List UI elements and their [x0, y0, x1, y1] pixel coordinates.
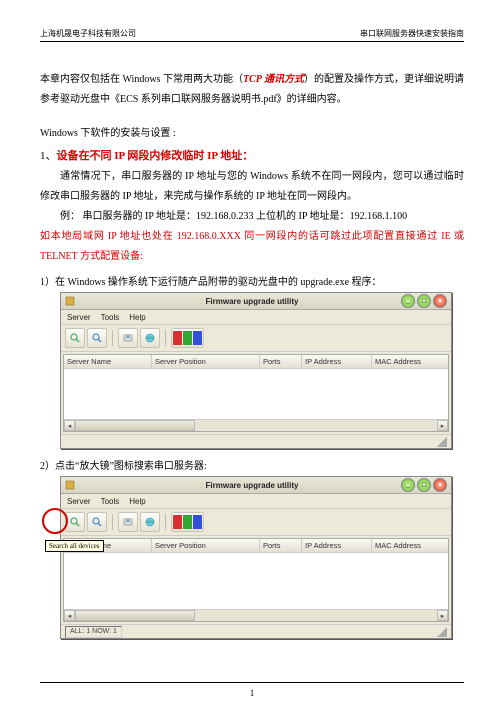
menubar: Server Tools Help: [61, 310, 451, 325]
col-mac-2[interactable]: MAC Address: [372, 539, 448, 552]
titlebar: Firmware upgrade utility _ □ ×: [61, 293, 451, 310]
palette-button[interactable]: [171, 328, 204, 348]
h-scrollbar[interactable]: ◂ ▸: [64, 419, 448, 431]
example-ip2: 192.168.1.100: [350, 211, 408, 222]
intro-pre: 本章内容仅包括在 Windows 下常用两大功能（: [40, 74, 243, 85]
status-count: ALL: 1 NOW: 1: [65, 626, 122, 638]
firmware-window-1: Firmware upgrade utility _ □ × Server To…: [60, 292, 452, 449]
section-1-num: 1、: [40, 150, 57, 162]
col-ports[interactable]: Ports: [260, 355, 302, 368]
section-1-example: 例： 串口服务器的 IP 地址是：192.168.0.233 上位机的 IP 地…: [40, 207, 464, 227]
maximize-button-2[interactable]: □: [417, 478, 431, 492]
toolbar-sep-1b: [112, 514, 113, 530]
tcp-emphasis: TCP 通讯方式: [243, 74, 304, 85]
intro-paragraph: 本章内容仅包括在 Windows 下常用两大功能（TCP 通讯方式）的配置及操作…: [40, 70, 464, 110]
col-ports-2[interactable]: Ports: [260, 539, 302, 552]
toolbar-2: [61, 509, 451, 536]
search-ip-button-2[interactable]: [87, 512, 107, 532]
h-scrollbar-2[interactable]: ◂ ▸: [64, 609, 448, 621]
highlight-circle: [42, 508, 68, 534]
setup-title: Windows 下软件的安装与设置 :: [40, 124, 464, 139]
step-1-label: 1）在 Windows 操作系统下运行随产品附带的驱动光盘中的 upgrade.…: [40, 273, 464, 288]
app-icon-2: [65, 480, 75, 490]
scroll-thumb-2[interactable]: [75, 610, 195, 621]
col-ip[interactable]: IP Address: [302, 355, 372, 368]
menu-help[interactable]: Help: [129, 313, 145, 322]
resize-grip-icon-2[interactable]: [437, 627, 447, 637]
step-2-label: 2）点击“放大镜”图标搜索串口服务器:: [40, 457, 464, 472]
titlebar-2: Firmware upgrade utility _ □ ×: [61, 477, 451, 494]
header-rule: [40, 41, 464, 42]
header-right: 串口联网服务器快速安装指南: [360, 28, 464, 39]
app-icon: [65, 296, 75, 306]
web-button[interactable]: [140, 328, 160, 348]
col-mac[interactable]: MAC Address: [372, 355, 448, 368]
scroll-left-icon[interactable]: ◂: [64, 420, 75, 431]
close-button[interactable]: ×: [433, 294, 447, 308]
menu-server[interactable]: Server: [67, 313, 91, 322]
section-1-p1: 通常情况下，串口服务器的 IP 地址与您的 Windows 系统不在同一网段内，…: [40, 167, 464, 207]
close-button-2[interactable]: ×: [433, 478, 447, 492]
scroll-thumb[interactable]: [75, 420, 195, 431]
scroll-right-icon-2[interactable]: ▸: [437, 610, 448, 621]
resize-grip-icon[interactable]: [437, 437, 447, 447]
menu-tools[interactable]: Tools: [101, 313, 120, 322]
scroll-right-icon[interactable]: ▸: [437, 420, 448, 431]
window-title-2: Firmware upgrade utility: [206, 481, 299, 490]
search-button[interactable]: [65, 328, 85, 348]
toolbar-sep-2b: [165, 514, 166, 530]
minimize-button-2[interactable]: _: [401, 478, 415, 492]
search-button-2[interactable]: [65, 512, 85, 532]
upload-button-2[interactable]: [118, 512, 138, 532]
toolbar-sep-2: [165, 330, 166, 346]
header-left: 上海机晟电子科技有限公司: [40, 28, 136, 39]
maximize-button[interactable]: □: [417, 294, 431, 308]
table-body: [64, 369, 448, 419]
section-1-warning: 如本地局域网 IP 地址也处在 192.168.0.XXX 同一网段内的话可跳过…: [40, 227, 464, 267]
col-ip-2[interactable]: IP Address: [302, 539, 372, 552]
scroll-left-icon-2[interactable]: ◂: [64, 610, 75, 621]
table-body-2: [64, 553, 448, 609]
minimize-button[interactable]: _: [401, 294, 415, 308]
menubar-2: Server Tools Help: [61, 494, 451, 509]
col-server-position-2[interactable]: Server Position: [152, 539, 260, 552]
example-ip1: 192.168.0.233: [196, 211, 254, 222]
search-ip-button[interactable]: [87, 328, 107, 348]
window-title: Firmware upgrade utility: [206, 297, 299, 306]
search-tooltip: Search all devices: [45, 540, 104, 552]
statusbar: [61, 434, 451, 448]
col-server-position[interactable]: Server Position: [152, 355, 260, 368]
col-server-name[interactable]: Server Name: [64, 355, 152, 368]
menu-help-2[interactable]: Help: [129, 497, 145, 506]
section-1-title: 设备在不同 IP 网段内修改临时 IP 地址：: [57, 150, 254, 162]
statusbar-2: ALL: 1 NOW: 1: [61, 624, 451, 638]
footer-rule: [40, 682, 464, 683]
menu-tools-2[interactable]: Tools: [101, 497, 120, 506]
menu-server-2[interactable]: Server: [67, 497, 91, 506]
web-button-2[interactable]: [140, 512, 160, 532]
palette-button-2[interactable]: [171, 512, 204, 532]
section-1-heading: 1、设备在不同 IP 网段内修改临时 IP 地址：: [40, 147, 464, 163]
toolbar-sep-1: [112, 330, 113, 346]
upload-button[interactable]: [118, 328, 138, 348]
example-pre: 例： 串口服务器的 IP 地址是：: [60, 211, 196, 222]
firmware-window-2: Firmware upgrade utility _ □ × Server To…: [60, 476, 452, 639]
page-number: 1: [0, 688, 504, 698]
example-mid: 上位机的 IP 地址是：: [254, 211, 350, 222]
server-table-2: Server Name Server Position Ports IP Add…: [63, 538, 449, 622]
server-table: Server Name Server Position Ports IP Add…: [63, 354, 449, 432]
toolbar: [61, 325, 451, 352]
